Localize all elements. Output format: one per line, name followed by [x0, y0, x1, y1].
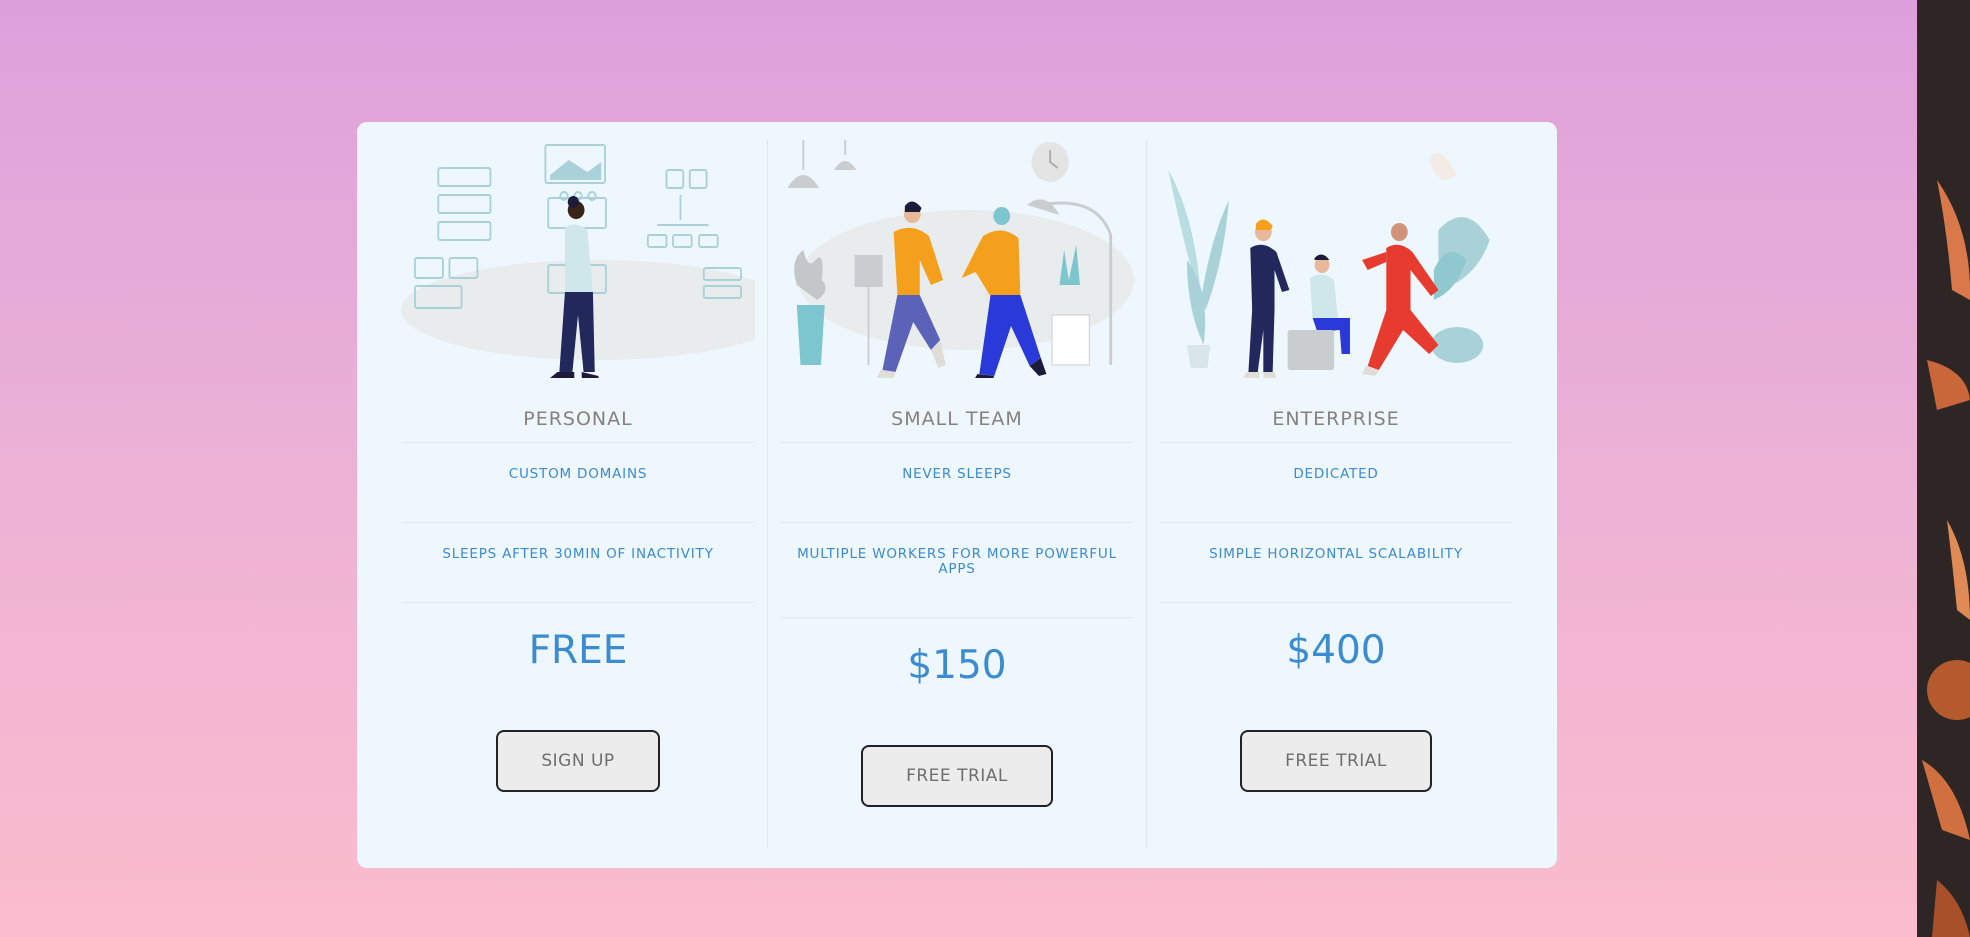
plan-personal: PERSONAL CUSTOM DOMAINS SLEEPS AFTER 30M… — [389, 140, 767, 848]
plan-price: $150 — [781, 617, 1133, 727]
free-trial-button[interactable]: FREE TRIAL — [1240, 730, 1432, 792]
plan-price: $400 — [1160, 602, 1512, 712]
two-people-high-five-illustration — [780, 140, 1134, 378]
free-trial-button[interactable]: FREE TRIAL — [861, 745, 1053, 807]
person-walking-wireframes-illustration — [401, 140, 755, 378]
plan-title: ENTERPRISE — [1272, 408, 1400, 430]
feature-row: CUSTOM DOMAINS — [402, 442, 754, 522]
background-flower-photo — [1917, 0, 1970, 937]
feature-row: MULTIPLE WORKERS FOR MORE POWERFUL APPS — [781, 522, 1133, 617]
feature-row: SIMPLE HORIZONTAL SCALABILITY — [1160, 522, 1512, 602]
feature-row: SLEEPS AFTER 30MIN OF INACTIVITY — [402, 522, 754, 602]
plan-price: FREE — [402, 602, 754, 712]
feature-row: NEVER SLEEPS — [781, 442, 1133, 522]
team-meeting-illustration — [1159, 140, 1513, 378]
plan-small-team: SMALL TEAM NEVER SLEEPS MULTIPLE WORKERS… — [767, 140, 1146, 848]
sign-up-button[interactable]: SIGN UP — [496, 730, 660, 792]
plan-enterprise: ENTERPRISE DEDICATED SIMPLE HORIZONTAL S… — [1146, 140, 1525, 848]
plan-title: PERSONAL — [523, 408, 633, 430]
pricing-card: PERSONAL CUSTOM DOMAINS SLEEPS AFTER 30M… — [357, 122, 1557, 868]
plan-title: SMALL TEAM — [891, 408, 1023, 430]
feature-row: DEDICATED — [1160, 442, 1512, 522]
